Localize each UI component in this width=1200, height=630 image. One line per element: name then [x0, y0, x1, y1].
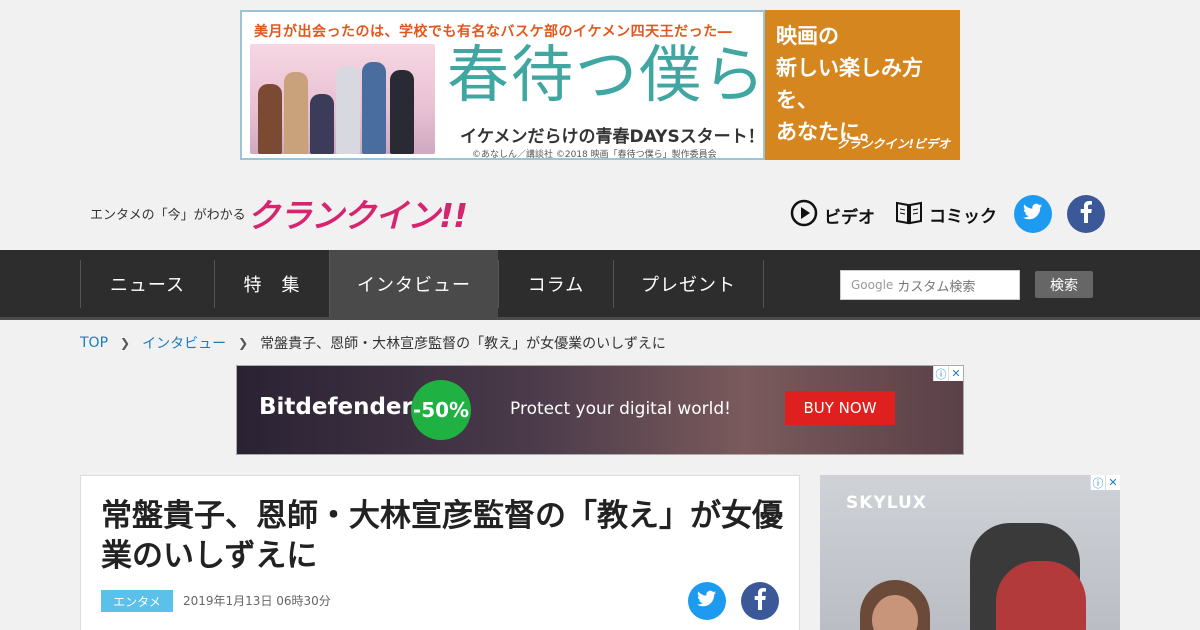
ad-choices[interactable]: ⓘ ✕	[1090, 475, 1120, 490]
site-logo[interactable]: クランクイン!!	[247, 189, 468, 237]
article-date: 2019年1月13日 06時30分	[183, 594, 331, 608]
google-label: Google	[851, 278, 894, 292]
skylux-ad[interactable]: SKYLUX ⓘ ✕	[820, 475, 1120, 630]
info-icon[interactable]: ⓘ	[1090, 475, 1105, 490]
video-label: ビデオ	[824, 208, 875, 228]
ad-seat-cushion	[996, 561, 1086, 630]
nav-items: ニュース 特 集 インタビュー コラム プレゼント	[80, 250, 764, 318]
nav-item-present[interactable]: プレゼント	[613, 260, 764, 308]
ad-choices[interactable]: ⓘ ✕	[933, 366, 963, 381]
ad-copyright: ©あなしん／講談社 ©2018 映画「春待つ僕ら」製作委員会	[472, 150, 717, 160]
comic-label: コミック	[929, 207, 997, 227]
category-tag[interactable]: エンタメ	[101, 590, 173, 612]
video-link[interactable]: ビデオ	[790, 199, 875, 232]
video-service-ad-panel[interactable]: 映画の 新しい楽しみ方を、 あなたに。 クランクイン!ビデオ	[765, 10, 960, 160]
ad-movie-title: 春待つ僕ら	[447, 38, 765, 111]
article-twitter-share-button[interactable]	[688, 582, 726, 620]
ad-right-text: 映画の 新しい楽しみ方を、 あなたに。	[776, 24, 923, 144]
breadcrumb-top[interactable]: TOP	[80, 335, 108, 351]
chevron-right-icon: ❯	[120, 336, 131, 350]
search-input[interactable]: Google カスタム検索	[840, 270, 1020, 300]
main-nav: ニュース 特 集 インタビュー コラム プレゼント Google カスタム検索 …	[0, 250, 1200, 320]
logo-text: クランクイン!!	[247, 196, 468, 235]
ad-brand: Bitdefender	[259, 394, 413, 420]
breadcrumb-interview[interactable]: インタビュー	[142, 333, 226, 353]
logo-caption: エンタメの「今」がわかる	[90, 208, 246, 223]
ad-subtitle: イケメンだらけの青春DAYSスタート！？	[460, 127, 765, 147]
nav-item-features[interactable]: 特 集	[214, 260, 329, 308]
close-icon[interactable]: ✕	[948, 366, 963, 381]
movie-ad-panel[interactable]: 美月が出会ったのは、学校でも有名なバスケ部のイケメン四天王だった― 春待つ僕ら …	[240, 10, 765, 160]
close-icon[interactable]: ✕	[1105, 475, 1120, 490]
discount-badge: -50%	[411, 380, 471, 440]
breadcrumb-current: 常盤貴子、恩師・大林宣彦監督の「教え」が女優業のいしずえに	[260, 336, 666, 352]
ad-slogan: Protect your digital world!	[510, 399, 731, 419]
nav-item-interview[interactable]: インタビュー	[329, 250, 498, 318]
twitter-icon	[697, 590, 717, 612]
search-placeholder: カスタム検索	[897, 279, 976, 295]
article-title: 常盤貴子、恩師・大林宣彦監督の「教え」が女優業のいしずえに	[101, 498, 783, 574]
article-facebook-share-button[interactable]	[741, 582, 779, 620]
top-banner-ad[interactable]: 美月が出会ったのは、学校でも有名なバスケ部のイケメン四天王だった― 春待つ僕ら …	[240, 10, 960, 160]
facebook-icon	[754, 588, 766, 614]
ad-right-brand: クランクイン!ビデオ	[836, 137, 950, 151]
twitter-icon	[1023, 203, 1043, 225]
breadcrumb: TOP ❯ インタビュー ❯ 常盤貴子、恩師・大林宣彦監督の「教え」が女優業のい…	[80, 333, 666, 353]
facebook-icon	[1080, 201, 1092, 227]
buy-now-button[interactable]: BUY NOW	[785, 391, 895, 425]
ad-cast-photo	[250, 44, 435, 154]
bitdefender-ad[interactable]: Bitdefender -50% Protect your digital wo…	[236, 365, 964, 455]
search-button[interactable]: 検索	[1035, 271, 1093, 298]
article-card: 常盤貴子、恩師・大林宣彦監督の「教え」が女優業のいしずえに エンタメ 2019年…	[80, 475, 800, 630]
nav-item-column[interactable]: コラム	[498, 260, 613, 308]
site-header: エンタメの「今」がわかる クランクイン!! ビデオ コミック	[0, 175, 1200, 250]
ad-brand: SKYLUX	[846, 493, 927, 513]
book-icon	[895, 199, 923, 230]
header-facebook-button[interactable]	[1067, 195, 1105, 233]
comic-link[interactable]: コミック	[895, 199, 997, 230]
chevron-right-icon: ❯	[238, 336, 249, 350]
info-icon[interactable]: ⓘ	[933, 366, 948, 381]
nav-item-news[interactable]: ニュース	[80, 260, 214, 308]
header-twitter-button[interactable]	[1014, 195, 1052, 233]
play-icon	[790, 199, 818, 232]
